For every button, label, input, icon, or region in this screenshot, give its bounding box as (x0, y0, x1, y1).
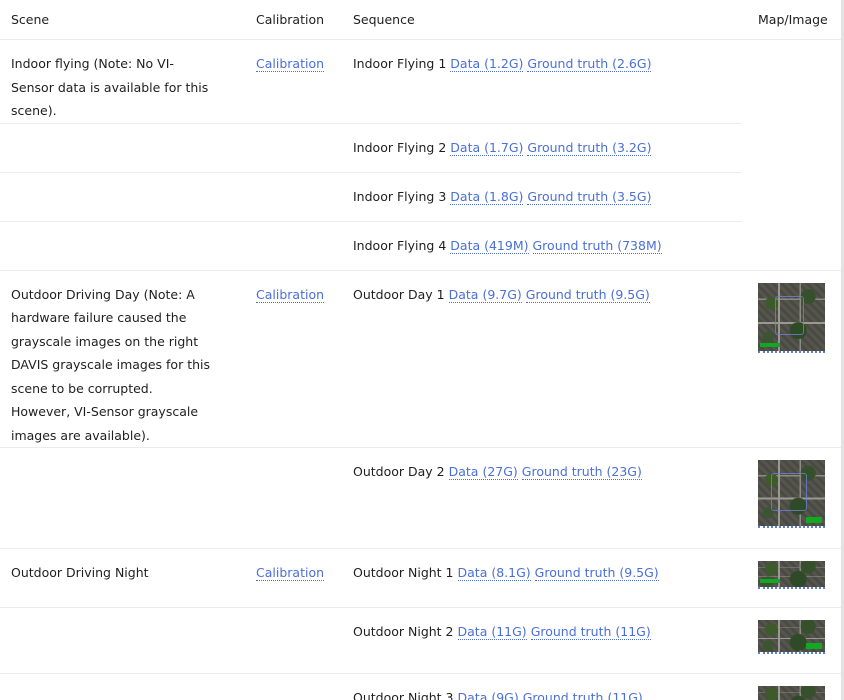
data-link-indoor-flying-1[interactable]: Data (1.2G) (450, 56, 524, 72)
data-link-outdoor-night-2[interactable]: Data (11G) (457, 624, 527, 640)
table-row: Indoor Flying 4 Data (419M) Ground truth (… (0, 220, 841, 270)
scene-outdoor-night: Outdoor Driving Night (11, 565, 149, 580)
aerial-map-icon (758, 620, 825, 652)
scene-cell: Outdoor Driving Night (0, 548, 245, 608)
sequence-name: Outdoor Night 3 (353, 690, 454, 700)
table-row: Outdoor Driving Night Calibration Outdoo… (0, 548, 841, 608)
data-link-indoor-flying-3[interactable]: Data (1.8G) (450, 188, 524, 205)
ground-truth-link-outdoor-day-1[interactable]: Ground truth (9.5G) (525, 286, 650, 303)
aerial-map-icon (758, 561, 825, 587)
data-link-outdoor-night-3[interactable]: Data (9G) (457, 690, 519, 700)
scene-outdoor-day: Outdoor Driving Day (Note: A hardware fa… (11, 286, 211, 443)
aerial-map-icon (758, 460, 825, 526)
ground-truth-link-indoor-flying-2[interactable]: Ground truth (3.2G) (527, 139, 652, 156)
data-link-outdoor-day-1[interactable]: Data (9.7G) (448, 286, 522, 303)
map-cell (742, 447, 841, 549)
calibration-cell (245, 673, 342, 700)
scene-cell (0, 220, 245, 270)
table-row: Indoor Flying 3 Data (1.8G) Ground truth (… (0, 171, 841, 221)
map-cell (742, 548, 841, 608)
sequence-name: Outdoor Night 2 (353, 624, 454, 639)
map-cell (742, 40, 841, 124)
table-row: Outdoor Driving Day (Note: A hardware fa… (0, 269, 841, 448)
dataset-page: Scene Calibration Sequence Map/Image Ind… (0, 0, 844, 700)
calibration-cell: Calibration (245, 548, 342, 608)
header-scene: Scene (0, 0, 245, 40)
data-link-outdoor-day-2[interactable]: Data (27G) (448, 464, 518, 480)
table-row: Indoor flying (Note: No VI-Sensor data i… (0, 40, 841, 124)
ground-truth-link-outdoor-night-2[interactable]: Ground truth (11G) (530, 624, 651, 640)
calibration-cell: Calibration (245, 269, 342, 448)
sequence-name: Outdoor Day 1 (353, 286, 445, 302)
sequence-cell: Indoor Flying 3 Data (1.8G) Ground truth (… (342, 171, 742, 221)
calibration-cell (245, 171, 342, 221)
sequence-cell: Outdoor Night 1 Data (8.1G) Ground truth (… (342, 548, 742, 608)
scene-cell (0, 122, 245, 172)
map-thumbnail-outdoor-night-2[interactable] (758, 620, 825, 654)
table-row: Outdoor Day 2 Data (27G) Ground truth (23G… (0, 447, 841, 549)
map-cell (742, 123, 841, 172)
table-row: Outdoor Night 3 Data (9G) Ground truth (11… (0, 673, 841, 700)
ground-truth-link-outdoor-night-3[interactable]: Ground truth (11G) (522, 690, 643, 700)
calibration-cell (245, 220, 342, 270)
scene-cell (0, 607, 245, 674)
calibration-cell (245, 122, 342, 172)
header-calibration: Calibration (245, 0, 342, 40)
scene-cell: Outdoor Driving Day (Note: A hardware fa… (0, 269, 245, 448)
sequence-cell: Outdoor Day 2 Data (27G) Ground truth (23G… (342, 447, 742, 549)
sequence-name: Outdoor Night 1 (353, 565, 454, 580)
map-thumbnail-outdoor-night-3[interactable] (758, 686, 825, 700)
scene-cell: Indoor flying (Note: No VI-Sensor data i… (0, 40, 245, 124)
sequence-name: Indoor Flying 4 (353, 237, 447, 253)
ground-truth-link-outdoor-day-2[interactable]: Ground truth (23G) (521, 464, 642, 480)
map-thumbnail-outdoor-day-2[interactable] (758, 460, 825, 528)
aerial-map-icon (758, 686, 825, 700)
data-link-indoor-flying-2[interactable]: Data (1.7G) (450, 139, 524, 156)
sequence-cell: Indoor Flying 1 Data (1.2G) Ground truth (… (342, 40, 742, 124)
sequence-name: Indoor Flying 1 (353, 56, 447, 71)
sequence-name: Indoor Flying 3 (353, 188, 447, 204)
sequence-cell: Indoor Flying 4 Data (419M) Ground truth (… (342, 220, 742, 270)
table-row: Outdoor Night 2 Data (11G) Ground truth (1… (0, 607, 841, 674)
map-cell (742, 269, 841, 448)
ground-truth-link-indoor-flying-1[interactable]: Ground truth (2.6G) (527, 56, 652, 72)
sequence-cell: Outdoor Night 3 Data (9G) Ground truth (11… (342, 673, 742, 700)
scene-cell (0, 447, 245, 549)
table-row: Indoor Flying 2 Data (1.7G) Ground truth (… (0, 122, 841, 172)
calibration-link-outdoor-night[interactable]: Calibration (256, 565, 325, 581)
data-link-outdoor-night-1[interactable]: Data (8.1G) (457, 565, 531, 581)
ground-truth-link-outdoor-night-1[interactable]: Ground truth (9.5G) (534, 565, 659, 581)
sequence-cell: Outdoor Day 1 Data (9.7G) Ground truth (9.… (342, 269, 742, 448)
header-map-image: Map/Image (742, 0, 841, 40)
map-thumbnail-outdoor-day-1[interactable] (758, 282, 825, 353)
sequence-name: Indoor Flying 2 (353, 139, 447, 155)
map-thumbnail-outdoor-night-1[interactable] (758, 561, 825, 589)
table-header-row: Scene Calibration Sequence Map/Image (0, 0, 841, 40)
calibration-cell (245, 607, 342, 674)
map-cell (742, 673, 841, 700)
ground-truth-link-indoor-flying-4[interactable]: Ground truth (738M) (532, 237, 662, 254)
calibration-cell: Calibration (245, 40, 342, 124)
calibration-link-outdoor-day[interactable]: Calibration (256, 286, 325, 303)
scene-cell (0, 171, 245, 221)
dataset-table: Scene Calibration Sequence Map/Image Ind… (0, 0, 841, 700)
map-cell (742, 607, 841, 674)
map-cell (742, 172, 841, 221)
sequence-cell: Indoor Flying 2 Data (1.7G) Ground truth (… (342, 122, 742, 172)
scene-indoor-flying: Indoor flying (Note: No VI-Sensor data i… (11, 56, 209, 118)
sequence-name: Outdoor Day 2 (353, 464, 445, 479)
sequence-cell: Outdoor Night 2 Data (11G) Ground truth (1… (342, 607, 742, 674)
aerial-map-icon (758, 282, 825, 351)
header-sequence: Sequence (342, 0, 742, 40)
data-link-indoor-flying-4[interactable]: Data (419M) (450, 237, 529, 254)
calibration-cell (245, 447, 342, 549)
calibration-link-indoor-flying[interactable]: Calibration (256, 56, 325, 72)
scene-cell (0, 673, 245, 700)
map-cell (742, 221, 841, 270)
ground-truth-link-indoor-flying-3[interactable]: Ground truth (3.5G) (527, 188, 652, 205)
